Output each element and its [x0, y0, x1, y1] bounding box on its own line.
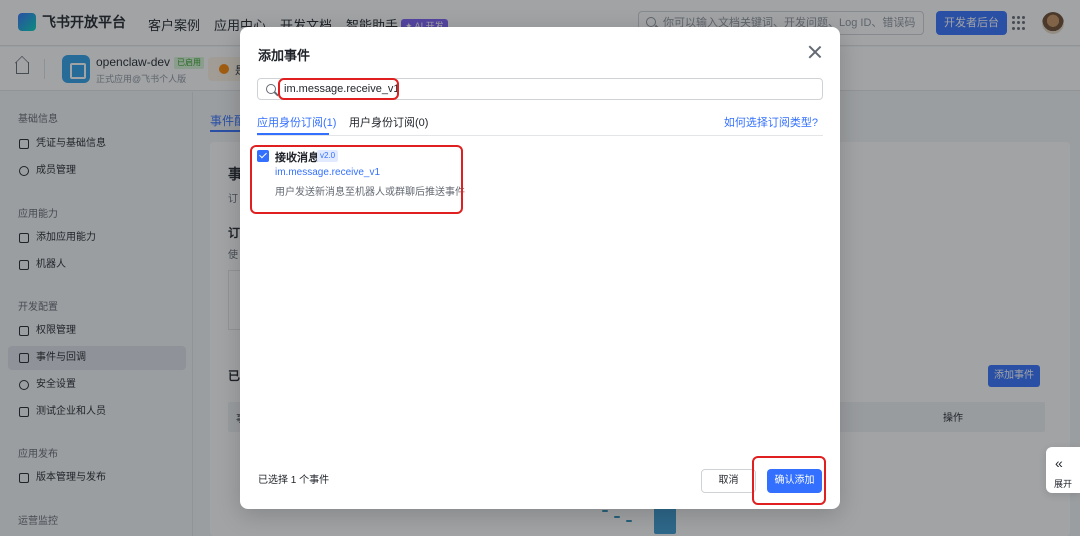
event-name: 接收消息 [275, 152, 319, 164]
expand-label: 展开 [1054, 479, 1073, 489]
event-checkbox[interactable] [257, 150, 269, 162]
tab-user-identity[interactable]: 用户身份订阅(0) [349, 114, 428, 130]
event-search-box[interactable] [257, 78, 823, 100]
tab-app-identity[interactable]: 应用身份订阅(1) [257, 114, 336, 130]
double-chevron-left-icon: « [1055, 455, 1063, 471]
divider [257, 135, 823, 136]
event-list-item[interactable]: 接收消息 v2.0 im.message.receive_v1 用户发送新消息至… [257, 149, 557, 209]
subscription-type-help-link[interactable]: 如何选择订阅类型? [724, 114, 818, 130]
confirm-add-button[interactable]: 确认添加 [767, 469, 822, 493]
close-icon[interactable] [808, 45, 822, 59]
dialog-title: 添加事件 [258, 48, 311, 63]
expand-panel-tab[interactable]: « 展开 [1046, 447, 1080, 493]
event-search-input[interactable] [284, 81, 804, 97]
add-event-dialog: 添加事件 应用身份订阅(1) 用户身份订阅(0) 如何选择订阅类型? 接收消息 … [240, 27, 840, 509]
event-description: 用户发送新消息至机器人或群聊后推送事件 [275, 187, 465, 198]
cancel-button[interactable]: 取消 [701, 469, 756, 493]
selected-count: 已选择 1 个事件 [258, 475, 330, 486]
version-badge: v2.0 [317, 150, 339, 162]
event-key: im.message.receive_v1 [275, 167, 381, 178]
search-icon [266, 84, 276, 94]
